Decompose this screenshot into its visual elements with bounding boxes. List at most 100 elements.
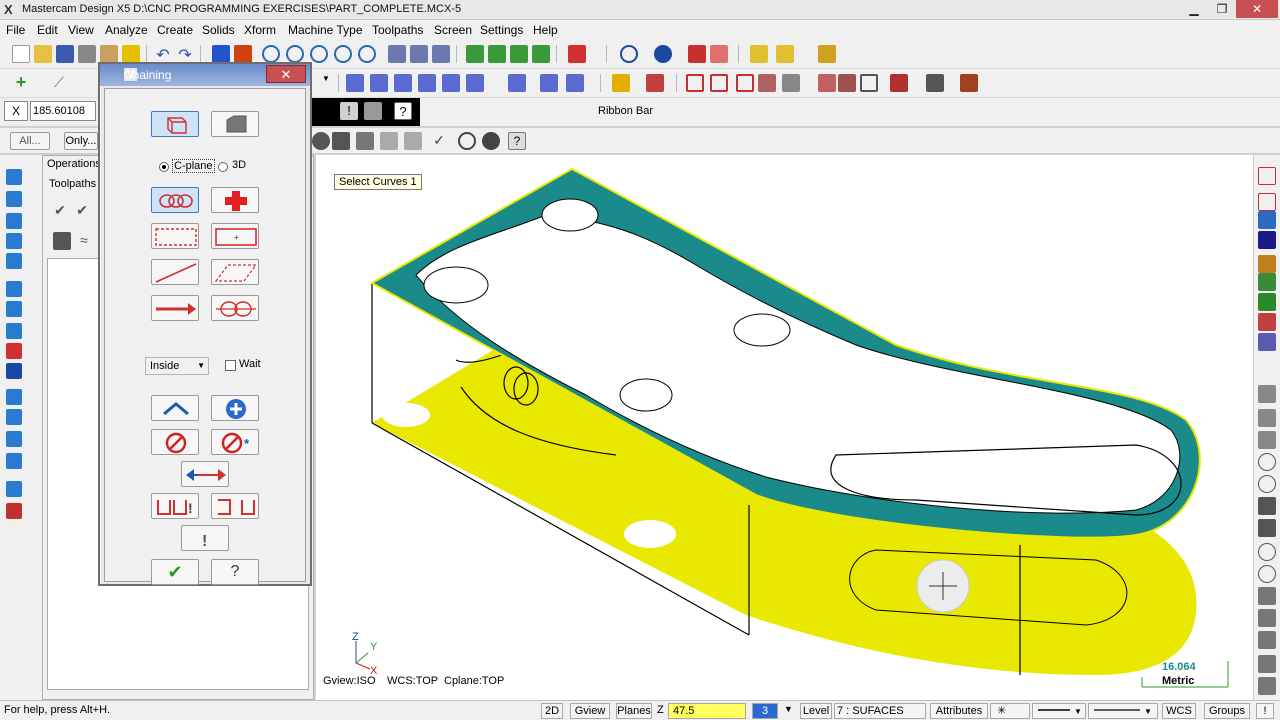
verify-icon[interactable] — [926, 74, 944, 92]
level-icon[interactable] — [1258, 273, 1276, 291]
menu-screen[interactable]: Screen — [434, 23, 472, 37]
selection-type-icon[interactable] — [332, 132, 350, 150]
translate-icon[interactable] — [508, 74, 526, 92]
no-entry-icon[interactable] — [458, 132, 476, 150]
selection-help-icon[interactable]: ? — [508, 132, 526, 150]
break-icon[interactable] — [418, 74, 436, 92]
ribbon-help-icon[interactable]: ? — [394, 102, 412, 120]
save-icon[interactable] — [56, 45, 74, 63]
fixture-icon[interactable] — [1258, 431, 1276, 449]
table-solid-icon[interactable] — [6, 481, 22, 497]
line-icon[interactable]: ⟋ — [50, 74, 68, 92]
wand-icon[interactable]: ✓ — [430, 132, 448, 150]
post-op-icon[interactable] — [1258, 677, 1276, 695]
single-point-button[interactable] — [211, 187, 259, 213]
open-file-icon[interactable] — [34, 45, 52, 63]
pan-icon[interactable] — [212, 45, 230, 63]
cube-view-icon[interactable] — [1258, 293, 1276, 311]
recent-functions-icon[interactable] — [1258, 231, 1276, 249]
chaining-title-bar[interactable]: V Chaining ✕ — [100, 64, 310, 86]
circle-mill-icon[interactable] — [1258, 543, 1276, 561]
rotate-icon[interactable] — [410, 45, 428, 63]
partial-button[interactable] — [211, 295, 259, 321]
view-manager-icon[interactable] — [1258, 193, 1276, 211]
lock-icon[interactable] — [53, 232, 71, 250]
tool-icon[interactable] — [1258, 453, 1276, 471]
zoom-out-icon[interactable] — [310, 45, 328, 63]
end-button[interactable] — [151, 395, 199, 421]
print-icon[interactable] — [78, 45, 96, 63]
translucency-icon[interactable] — [688, 45, 706, 63]
toolpath-icon[interactable] — [612, 74, 630, 92]
dynamic-zoom-icon[interactable] — [358, 45, 376, 63]
zoom-in-icon[interactable] — [262, 45, 280, 63]
chain-button[interactable] — [151, 187, 199, 213]
2d-button[interactable]: 2D — [541, 703, 563, 719]
chaining-close-button[interactable]: ✕ — [266, 65, 306, 83]
rotate-entity-icon[interactable] — [566, 74, 584, 92]
loft-icon[interactable] — [6, 233, 22, 249]
regenerate-icon[interactable]: ✔ — [73, 202, 91, 220]
redo-icon[interactable]: ↷ — [176, 45, 194, 64]
right-view-icon[interactable] — [510, 45, 528, 63]
view-sheet-icon[interactable] — [1258, 167, 1276, 185]
color-solid-icon[interactable] — [6, 503, 22, 519]
draft-icon[interactable] — [6, 343, 22, 359]
select-all-ops-icon[interactable]: ✔ — [51, 202, 69, 220]
groups-button[interactable]: Groups — [1204, 703, 1250, 719]
tab-operations[interactable]: Operations — [47, 158, 101, 170]
face-icon[interactable] — [1258, 587, 1276, 605]
menu-settings[interactable]: Settings — [480, 23, 523, 37]
solids-mode-button[interactable] — [211, 111, 259, 137]
close-window-button[interactable]: ✕ — [1236, 0, 1278, 18]
shading-icon[interactable] — [432, 45, 450, 63]
menu-file[interactable]: File — [6, 23, 25, 37]
ribbon-option-icon[interactable] — [364, 102, 382, 120]
level-dropdown[interactable]: 7 : SUFACES — [834, 703, 926, 719]
solid-box-icon[interactable] — [6, 363, 22, 379]
revolve-icon[interactable] — [6, 191, 22, 207]
chain-options-button[interactable]: ! — [151, 493, 199, 519]
settings-icon[interactable] — [818, 45, 836, 63]
line-style-dropdown[interactable]: ▼ — [1032, 703, 1086, 719]
attributes-button[interactable]: Attributes — [930, 703, 988, 719]
fillet-icon[interactable] — [6, 253, 22, 269]
drill-icon[interactable] — [1258, 497, 1276, 515]
mirror-icon[interactable] — [540, 74, 558, 92]
info-button[interactable]: ! — [181, 525, 229, 551]
solid-icon[interactable] — [782, 74, 800, 92]
chamfer-icon[interactable] — [6, 281, 22, 297]
hide-icon[interactable] — [710, 45, 728, 63]
menu-xform[interactable]: Xform — [244, 23, 276, 37]
table-icon[interactable] — [710, 74, 728, 92]
shell-icon[interactable] — [6, 301, 22, 317]
color-swatch[interactable]: 3 — [752, 703, 778, 719]
planes-button[interactable]: Planes — [616, 703, 652, 719]
toolpath-view-icon[interactable] — [1258, 333, 1276, 351]
point-icon[interactable]: + — [12, 73, 30, 92]
drafting-icon[interactable] — [370, 74, 388, 92]
add-button[interactable] — [211, 395, 259, 421]
zoom-window-icon[interactable] — [286, 45, 304, 63]
xform-icon[interactable] — [838, 74, 856, 92]
setup-icon[interactable] — [1258, 409, 1276, 427]
menu-view[interactable]: View — [68, 23, 94, 37]
mru-icon[interactable] — [1258, 255, 1276, 273]
modify-icon[interactable] — [466, 74, 484, 92]
surface-icon[interactable] — [758, 74, 776, 92]
solid-select-icon[interactable] — [380, 132, 398, 150]
split-icon[interactable] — [6, 453, 22, 469]
front-view-icon[interactable] — [488, 45, 506, 63]
chain-filter-button[interactable] — [211, 493, 259, 519]
thread-icon[interactable] — [1258, 609, 1276, 627]
wireframe-icon[interactable] — [620, 45, 638, 63]
fit-icon[interactable] — [234, 45, 252, 63]
pocket-icon[interactable] — [1258, 519, 1276, 537]
top-view-icon[interactable] — [466, 45, 484, 63]
cplane-radio[interactable] — [159, 162, 169, 172]
helix-icon[interactable] — [1258, 565, 1276, 583]
alert-button[interactable]: ! — [1256, 703, 1274, 719]
grid-icon[interactable] — [686, 74, 704, 92]
trim-solid-icon[interactable] — [6, 389, 22, 405]
polygon-button[interactable] — [211, 259, 259, 285]
